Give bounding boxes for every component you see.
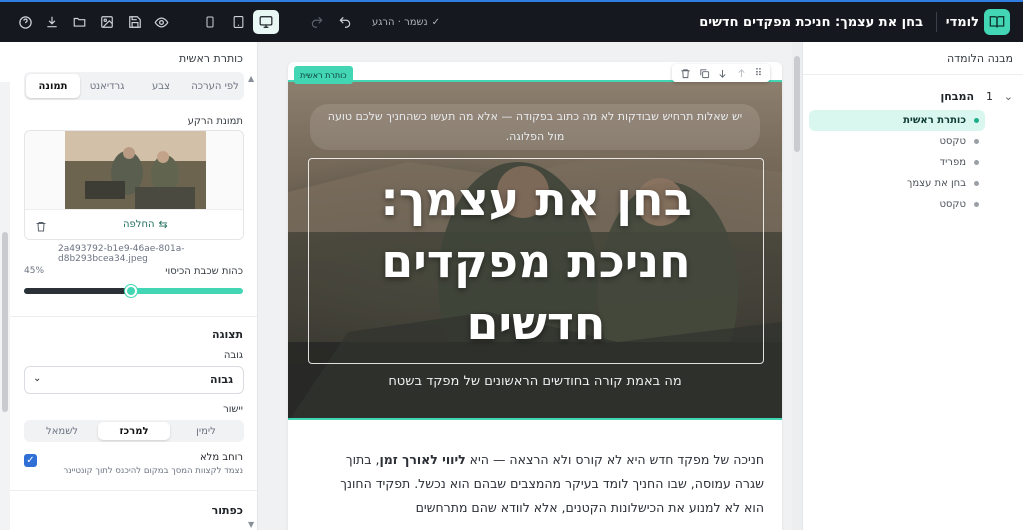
help-icon[interactable]: [16, 13, 34, 31]
download-icon[interactable]: [43, 13, 61, 31]
body-text[interactable]: חניכה של מפקד חדש היא לא קורס ולא הרצאה …: [324, 448, 764, 520]
status-dot-icon: [974, 202, 979, 207]
slider-fill: [24, 288, 131, 294]
tree-item[interactable]: טקסט: [809, 194, 985, 215]
editor-canvas: כותרת ראשית ⠿ יש שאלות תרחיש שבודקות לא …: [258, 42, 802, 530]
align-right[interactable]: לימין: [170, 422, 242, 440]
structure-panel: מבנה הלומדה 1 המבחן ⌄ כותרת ראשית טקסט מ…: [802, 42, 1023, 530]
slider-handle[interactable]: [125, 285, 137, 297]
duplicate-icon[interactable]: [699, 64, 710, 83]
check-icon: ✓: [431, 16, 441, 28]
section-divider: [10, 490, 257, 491]
properties-panel: כותרת ראשית ▲ לפי הערכה צבע גרדיאנט תמונ…: [0, 42, 258, 530]
page-preview: כותרת ראשית ⠿ יש שאלות תרחיש שבודקות לא …: [288, 62, 782, 530]
fullwidth-description: נצמד לקצוות המסך במקום להיכנס לתוך קונטי…: [63, 466, 243, 476]
document-title[interactable]: בחן את עצמך: חניכת מפקדים חדשים: [699, 2, 923, 42]
replace-button[interactable]: החלפה ⇆: [123, 218, 168, 231]
redo-icon[interactable]: [308, 13, 326, 31]
scrollbar-thumb[interactable]: [794, 56, 800, 152]
panel-scrollbar[interactable]: [0, 82, 10, 530]
check-icon: ✓: [26, 455, 35, 466]
arrow-down-icon[interactable]: [717, 64, 728, 83]
background-type-tabs: לפי הערכה צבע גרדיאנט תמונה: [24, 72, 244, 100]
scroll-up-icon[interactable]: ▲: [248, 74, 254, 83]
tree-item[interactable]: טקסט: [809, 131, 985, 152]
overlay-label: כהות שכבת הכיסוי: [165, 266, 243, 277]
trash-icon[interactable]: [680, 64, 691, 83]
tab-color[interactable]: צבע: [134, 74, 188, 98]
alignment-tabs: לימין למרכז לשמאל: [24, 420, 244, 442]
folder-icon[interactable]: [70, 13, 88, 31]
align-left[interactable]: לשמאל: [26, 422, 98, 440]
file-name: 2a493792-b1e9-46ae-801a-d8b293bcea34.jpe…: [58, 244, 185, 264]
device-switcher: [197, 10, 281, 34]
block-toolbar: ⠿: [672, 64, 770, 82]
height-select[interactable]: גבוה ⌄: [24, 366, 244, 394]
status-dot-icon: [974, 139, 979, 144]
tab-gradient[interactable]: גרדיאנט: [80, 74, 134, 98]
background-image-card: החלפה ⇆: [24, 130, 244, 240]
arrow-up-icon[interactable]: [736, 64, 747, 83]
scroll-down-icon[interactable]: ▼: [248, 520, 254, 529]
background-thumbnail[interactable]: [65, 131, 206, 209]
trash-icon[interactable]: [35, 218, 47, 237]
tree-number: 1: [986, 90, 993, 103]
tree-list: כותרת ראשית טקסט מפריד בחן את עצמך טקסט: [809, 110, 985, 215]
align-center[interactable]: למרכז: [98, 422, 170, 440]
fullwidth-checkbox[interactable]: ✓: [24, 454, 37, 467]
structure-title: מבנה הלומדה: [946, 52, 1013, 65]
undo-icon[interactable]: [336, 13, 354, 31]
fullwidth-label: רוחב מלא: [199, 452, 243, 463]
tab-by-theme[interactable]: לפי הערכה: [188, 74, 242, 98]
tablet-icon[interactable]: [225, 10, 251, 34]
divider: [803, 74, 1023, 75]
logo-text: לומדי: [945, 14, 979, 30]
image-icon[interactable]: [98, 13, 116, 31]
height-label: גובה: [223, 350, 243, 361]
overlay-slider[interactable]: [24, 285, 243, 297]
hero-title-box[interactable]: בחן את עצמך: חניכת מפקדים חדשים: [308, 158, 764, 364]
tree-item[interactable]: מפריד: [809, 152, 985, 173]
button-section-title: כפתור: [211, 504, 243, 517]
divider: [936, 12, 937, 32]
scrollbar-thumb[interactable]: [2, 232, 8, 412]
chevron-down-icon[interactable]: ⌄: [1004, 90, 1013, 103]
status-dot-icon: [974, 160, 979, 165]
hero-subtitle[interactable]: יש שאלות תרחיש שבודקות לא מה כתוב בפקודה…: [310, 104, 760, 150]
hero-section[interactable]: יש שאלות תרחיש שבודקות לא מה כתוב בפקודה…: [288, 80, 782, 420]
save-icon[interactable]: [126, 13, 144, 31]
display-section-title: תצוגה: [212, 328, 243, 341]
desktop-icon[interactable]: [253, 10, 279, 34]
hero-title[interactable]: בחן את עצמך: חניכת מפקדים חדשים: [356, 168, 716, 354]
mobile-icon[interactable]: [197, 10, 223, 34]
tree-item[interactable]: כותרת ראשית: [809, 110, 985, 131]
save-status: ✓ נשמר · הרגע: [372, 16, 441, 28]
align-label: יישור: [223, 404, 243, 415]
tab-image[interactable]: תמונה: [26, 74, 80, 98]
tree-title: המבחן: [940, 90, 974, 103]
image-actions: החלפה ⇆: [25, 209, 243, 239]
panel-title: כותרת ראשית: [178, 52, 243, 65]
preview-icon[interactable]: [152, 13, 170, 31]
top-bar: לומדי בחן את עצמך: חניכת מפקדים חדשים ✓ …: [0, 2, 1023, 42]
overlay-value: 45%: [24, 266, 45, 276]
status-dot-icon: [974, 118, 979, 123]
tree-section-header[interactable]: 1 המבחן: [940, 90, 993, 103]
section-divider: [10, 316, 257, 317]
drag-handle-icon[interactable]: ⠿: [755, 68, 762, 79]
hero-caption[interactable]: מה באמת קורה בחודשים הראשונים של מפקד בש…: [288, 374, 782, 389]
book-icon[interactable]: [984, 9, 1010, 35]
tree-item[interactable]: בחן את עצמך: [809, 173, 985, 194]
bg-image-label: תמונת הרקע: [187, 116, 243, 127]
chevron-down-icon: ⌄: [33, 373, 42, 384]
block-tag[interactable]: כותרת ראשית: [294, 66, 353, 84]
canvas-scrollbar[interactable]: [792, 42, 802, 530]
status-dot-icon: [974, 181, 979, 186]
replace-icon: ⇆: [158, 218, 168, 231]
